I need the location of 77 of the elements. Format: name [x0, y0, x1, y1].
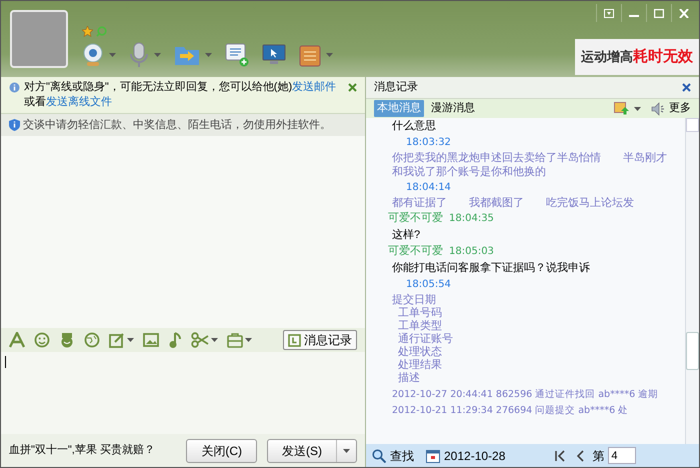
monitor-icon[interactable]: [262, 44, 286, 66]
message-text: 描述: [397, 372, 421, 385]
briefcase-icon[interactable]: [227, 332, 243, 348]
message-time: 18:04:35: [449, 212, 494, 226]
caret-icon[interactable]: [127, 338, 134, 342]
avatar-placeholder: [10, 10, 68, 68]
close-icon[interactable]: [682, 83, 691, 92]
maximize-icon[interactable]: [654, 8, 664, 18]
first-page-icon[interactable]: [554, 450, 566, 462]
message-text: 你把卖我的黑龙炮申述回去卖给了半岛怡情 半岛刚才和我说了那个账号是你和他换的: [391, 151, 668, 179]
page-input[interactable]: 4: [608, 447, 636, 464]
close-button[interactable]: 关闭(C): [186, 438, 257, 462]
message-text: 什么意思: [391, 119, 437, 134]
message-text: 2012-10-21 11:29:34 276694 问题提交 ab****6 处: [391, 404, 630, 417]
date-text[interactable]: 2012-10-28: [444, 446, 506, 464]
caret-icon[interactable]: [109, 53, 116, 57]
clock-icon: [288, 334, 301, 346]
close-icon[interactable]: [348, 83, 357, 92]
scissors-icon[interactable]: [191, 332, 209, 348]
menu-icon[interactable]: [604, 8, 614, 18]
info-icon: [9, 82, 20, 93]
message-time: 18:05:03: [449, 245, 494, 259]
history-button[interactable]: 消息记录: [283, 330, 357, 350]
message-text: 提交日期: [391, 293, 437, 307]
caret-icon[interactable]: [343, 448, 350, 452]
banner-highlight: 耗时无效: [633, 46, 693, 67]
export-icon[interactable]: [614, 102, 630, 115]
caret-icon[interactable]: [154, 53, 161, 57]
send-button[interactable]: 发送(S): [267, 438, 357, 462]
globe-icon[interactable]: [84, 332, 100, 348]
font-icon[interactable]: [9, 332, 25, 348]
message-text: 都有证据了 我都截图了 吃完饭马上论坛发: [391, 196, 635, 210]
message-time: 18:04:14: [405, 181, 452, 195]
calendar-icon[interactable]: [426, 448, 440, 462]
message-text: 工单类型: [397, 320, 443, 332]
message-text: 处理状态: [397, 346, 443, 359]
microphone-icon[interactable]: [129, 42, 149, 68]
box-icon[interactable]: [299, 43, 321, 67]
message-add-icon[interactable]: [225, 43, 249, 67]
music-note-icon[interactable]: [168, 332, 182, 348]
webcam-icon[interactable]: [82, 43, 104, 67]
folder-arrow-icon[interactable]: [174, 44, 200, 66]
send-offline-file-link[interactable]: 发送离线文件: [46, 96, 112, 108]
banner-text: 运动增高: [581, 49, 633, 66]
ad-link[interactable]: 血拼"双十一",苹果 买贵就赔？: [9, 442, 155, 459]
caret-icon[interactable]: [326, 53, 333, 57]
caret-icon[interactable]: [634, 106, 641, 110]
image-icon[interactable]: [143, 332, 159, 348]
caret-icon[interactable]: [211, 338, 218, 342]
search-icon[interactable]: [372, 448, 386, 462]
star-icon: [82, 26, 93, 37]
message-text: 2012-10-27 20:44:41 862596 通过证件找回 ab****6 逾期: [391, 388, 660, 401]
history-tab[interactable]: 漫游消息: [428, 100, 478, 117]
message-text: 通行证账号: [397, 333, 454, 346]
caret-icon[interactable]: [245, 338, 252, 342]
previous-page-icon[interactable]: [576, 450, 584, 462]
message-time: 18:03:32: [405, 136, 452, 150]
message-text: 你能打电话问客服拿下证据吗？说我申诉: [391, 260, 591, 276]
security-text: 交谈中请勿轻信汇款、中奖信息、陌生电话，勿使用外挂软件。: [23, 118, 331, 133]
sender-name: 可爱不可爱: [388, 244, 443, 259]
edit-icon[interactable]: [109, 332, 125, 348]
caret-icon[interactable]: [205, 53, 212, 57]
message-text: 这样?: [391, 228, 422, 243]
page-label: 第: [592, 448, 604, 464]
shield-icon: [9, 119, 20, 131]
notice-text: 对方"离线或隐身"，可能无法立即回复，您可以给他(她)发送邮件 或看发送离线文件: [24, 80, 338, 110]
sender-name: 可爱不可爱: [388, 211, 443, 226]
speaker-icon[interactable]: [651, 102, 665, 116]
smiley-icon[interactable]: [34, 332, 50, 348]
message-time: 18:05:54: [405, 278, 452, 292]
search-link[interactable]: 查找: [390, 446, 414, 464]
message-text: 工单号码: [397, 307, 443, 320]
history-title: 消息记录: [374, 80, 418, 96]
message-text: 处理结果: [397, 359, 443, 372]
more-link[interactable]: 更多: [669, 100, 691, 117]
send-email-link[interactable]: 发送邮件: [292, 81, 336, 93]
hat-face-icon[interactable]: [59, 332, 75, 348]
